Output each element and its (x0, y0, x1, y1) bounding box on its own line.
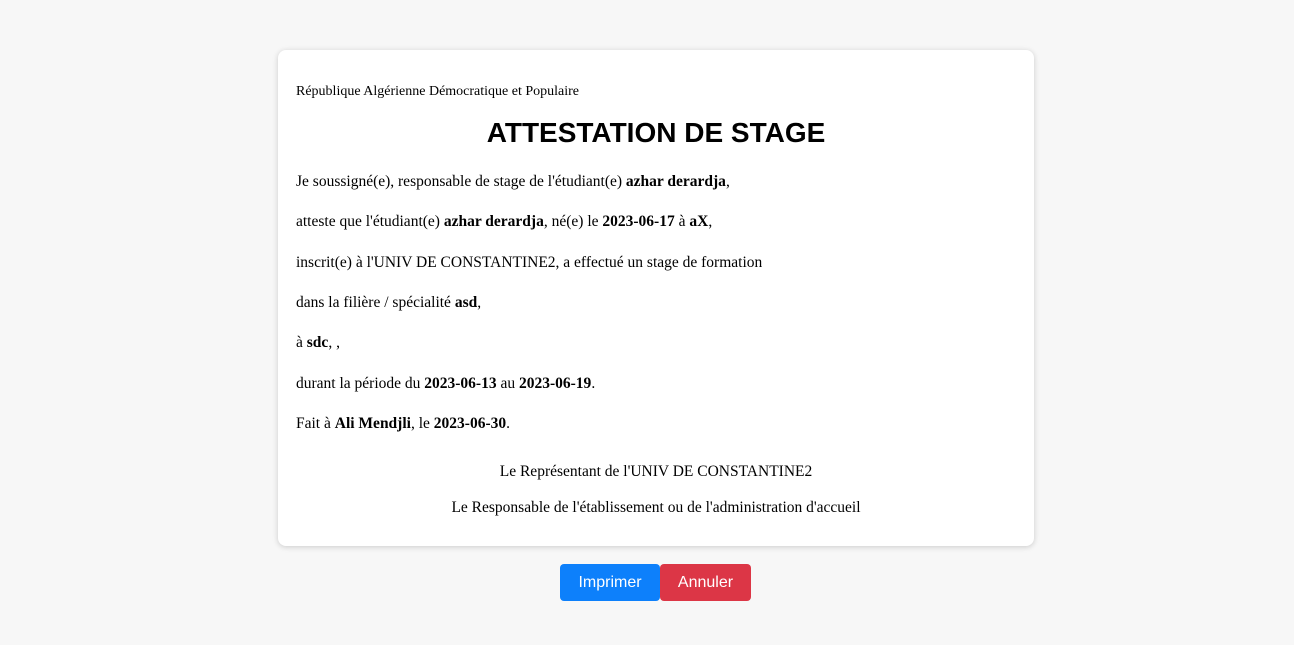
paragraph-done-at: Fait à Ali Mendjli, le 2023-06-30. (296, 415, 510, 432)
paragraph-period: durant la période du 2023-06-13 au 2023-… (296, 375, 596, 392)
paragraph-enrolled: inscrit(e) à l'UNIV DE CONSTANTINE2, a e… (296, 254, 763, 271)
cancel-button[interactable]: Annuler (660, 564, 751, 601)
birth-place: aX (689, 213, 709, 230)
print-button[interactable]: Imprimer (560, 564, 660, 601)
birth-date: 2023-06-17 (602, 213, 675, 230)
document-title: ATTESTATION DE STAGE (486, 117, 826, 148)
signature-responsible: Le Responsable de l'établissement ou de … (451, 499, 861, 516)
paragraph-location: à sdc, , (296, 334, 340, 351)
republic-header: République Algérienne Démocratique et Po… (296, 84, 580, 99)
attestation-card: République Algérienne Démocratique et Po… (278, 50, 1034, 546)
signature-representative: Le Représentant de l'UNIV DE CONSTANTINE… (499, 463, 813, 480)
specialty-value: asd (454, 294, 478, 311)
paragraph-attests: atteste que l'étudiant(e) azhar derardja… (296, 213, 713, 230)
student-name: azhar derardja (443, 213, 544, 230)
paragraph-specialty: dans la filière / spécialité asd, (296, 294, 482, 311)
internship-place: sdc (306, 334, 329, 351)
student-name: azhar derardja (625, 173, 726, 190)
period-start: 2023-06-13 (424, 375, 497, 392)
done-date: 2023-06-30 (433, 415, 507, 432)
paragraph-signatory: Je soussigné(e), responsable de stage de… (296, 173, 730, 190)
period-end: 2023-06-19 (518, 375, 592, 392)
done-city: Ali Mendjli (334, 415, 411, 432)
